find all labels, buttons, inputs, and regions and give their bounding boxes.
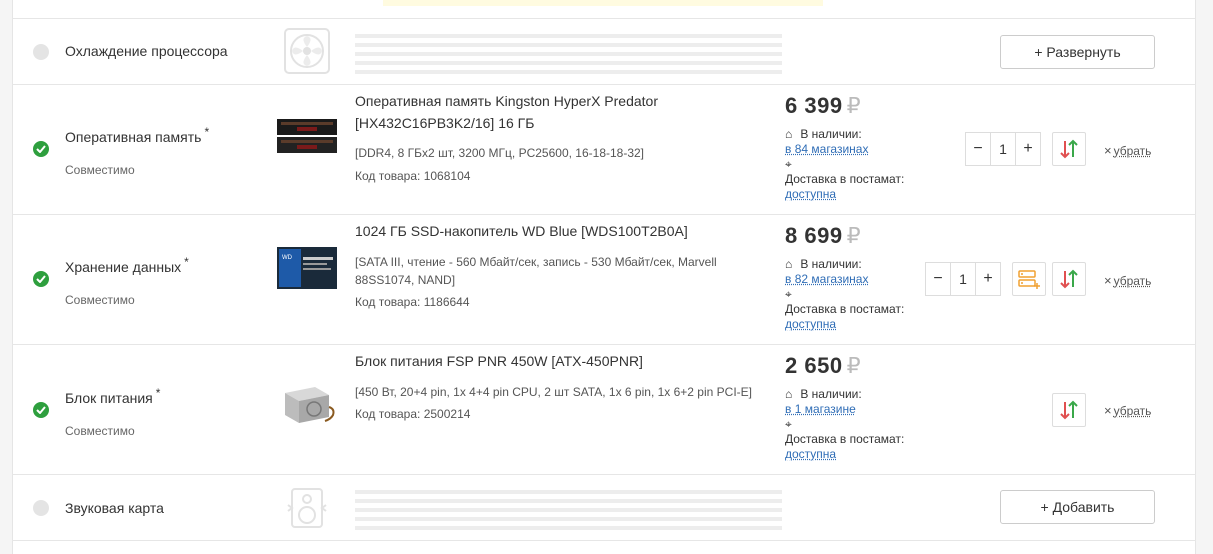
delivery-label: Доставка в постамат: bbox=[785, 172, 905, 186]
store-icon: ⌂ bbox=[785, 257, 793, 271]
compatible-check-icon bbox=[33, 402, 49, 418]
qty-minus-button[interactable]: − bbox=[926, 263, 950, 295]
swap-arrows-icon bbox=[1060, 139, 1078, 159]
remove-button[interactable]: × убрать bbox=[1104, 273, 1151, 288]
store-icon: ⌂ bbox=[785, 127, 793, 141]
currency-sign: ₽ bbox=[846, 353, 862, 378]
compat-status: Совместимо bbox=[65, 293, 135, 307]
delivery-link[interactable]: доступна bbox=[785, 187, 836, 201]
category-label: Оперативная память * bbox=[65, 125, 209, 145]
stores-link[interactable]: в 1 магазине bbox=[785, 402, 856, 416]
close-icon: × bbox=[1104, 273, 1112, 288]
swap-arrows-icon bbox=[1060, 400, 1078, 420]
config-row-ram: Оперативная память * Совместимо Оперативн… bbox=[12, 85, 1196, 215]
location-pin-icon: ⌖ bbox=[785, 157, 792, 171]
compat-status: Совместимо bbox=[65, 163, 135, 177]
delivery-label: Доставка в постамат: bbox=[785, 432, 905, 446]
config-row-cooling: Охлаждение процессора + Развернуть bbox=[12, 18, 1196, 85]
delivery-label: Доставка в постамат: bbox=[785, 302, 905, 316]
close-icon: × bbox=[1104, 403, 1112, 418]
category-label: Хранение данных * bbox=[65, 255, 189, 275]
swap-button[interactable] bbox=[1052, 393, 1086, 427]
remove-label: убрать bbox=[1113, 274, 1152, 288]
delivery-link[interactable]: доступна bbox=[785, 447, 836, 461]
product-name-link[interactable]: Оперативная память Kingston HyperX Preda… bbox=[355, 90, 755, 134]
price-value: 2 650 bbox=[785, 353, 843, 378]
close-icon: × bbox=[1104, 143, 1112, 158]
category-text: Блок питания bbox=[65, 390, 153, 406]
add-button[interactable]: + Добавить bbox=[1000, 490, 1155, 524]
delivery-link[interactable]: доступна bbox=[785, 317, 836, 331]
top-highlight-strip bbox=[383, 0, 823, 6]
swap-button[interactable] bbox=[1052, 132, 1086, 166]
availability-block: ⌂ В наличии: в 84 магазинах ⌖ Доставка в… bbox=[785, 127, 925, 202]
qty-input[interactable]: 1 bbox=[950, 263, 976, 295]
category-label: Охлаждение процессора bbox=[65, 43, 228, 59]
required-mark: * bbox=[204, 125, 210, 139]
product-code: Код товара: 1068104 bbox=[355, 169, 471, 183]
compat-status: Совместимо bbox=[65, 424, 135, 438]
price: 6 399 ₽ bbox=[785, 93, 861, 119]
config-row-soundcard: Звуковая карта + Добавить bbox=[12, 475, 1196, 541]
qty-plus-button[interactable]: + bbox=[976, 263, 1000, 295]
stores-link[interactable]: в 84 магазинах bbox=[785, 142, 868, 156]
quantity-stepper: − 1 + bbox=[925, 262, 1001, 296]
required-mark: * bbox=[184, 255, 189, 269]
remove-label: убрать bbox=[1113, 144, 1152, 158]
status-empty-icon bbox=[33, 500, 49, 516]
remove-button[interactable]: × убрать bbox=[1104, 143, 1151, 158]
product-specs: [450 Вт, 20+4 pin, 1x 4+4 pin CPU, 2 шт … bbox=[355, 385, 752, 399]
category-text: Хранение данных bbox=[65, 259, 182, 275]
availability-label: В наличии: bbox=[800, 257, 862, 271]
speaker-icon bbox=[287, 488, 327, 528]
location-pin-icon: ⌖ bbox=[785, 417, 792, 431]
compare-button[interactable] bbox=[1012, 262, 1046, 296]
price-value: 8 699 bbox=[785, 223, 843, 248]
currency-sign: ₽ bbox=[846, 93, 862, 118]
product-image[interactable]: WD bbox=[277, 247, 337, 291]
availability-block: ⌂ В наличии: в 1 магазине ⌖ Доставка в п… bbox=[785, 387, 925, 462]
swap-button[interactable] bbox=[1052, 262, 1086, 296]
remove-label: убрать bbox=[1113, 404, 1152, 418]
availability-label: В наличии: bbox=[800, 387, 862, 401]
product-code: Код товара: 2500214 bbox=[355, 407, 471, 421]
loading-skeleton bbox=[355, 490, 782, 535]
qty-minus-button[interactable]: − bbox=[966, 133, 990, 165]
currency-sign: ₽ bbox=[846, 223, 862, 248]
quantity-stepper: − 1 + bbox=[965, 132, 1041, 166]
fan-icon bbox=[284, 28, 330, 74]
price: 8 699 ₽ bbox=[785, 223, 861, 249]
status-empty-icon bbox=[33, 44, 49, 60]
product-image[interactable] bbox=[277, 383, 337, 427]
swap-arrows-icon bbox=[1060, 269, 1078, 289]
price-value: 6 399 bbox=[785, 93, 843, 118]
product-name-link[interactable]: Блок питания FSP PNR 450W [ATX-450PNR] bbox=[355, 350, 755, 372]
qty-plus-button[interactable]: + bbox=[1016, 133, 1040, 165]
compatible-check-icon bbox=[33, 141, 49, 157]
config-row-storage: Хранение данных * Совместимо WD 1024 ГБ S… bbox=[12, 215, 1196, 345]
availability-block: ⌂ В наличии: в 82 магазинах ⌖ Доставка в… bbox=[785, 257, 925, 332]
compatible-check-icon bbox=[33, 271, 49, 287]
category-label: Блок питания * bbox=[65, 386, 160, 406]
product-specs: [DDR4, 8 ГБx2 шт, 3200 МГц, PC25600, 16-… bbox=[355, 146, 645, 160]
compare-list-icon bbox=[1018, 270, 1040, 289]
category-label: Звуковая карта bbox=[65, 500, 164, 516]
product-specs: [SATA III, чтение - 560 Мбайт/сек, запис… bbox=[355, 255, 717, 287]
location-pin-icon: ⌖ bbox=[785, 287, 792, 301]
loading-skeleton bbox=[355, 34, 782, 79]
category-text: Оперативная память bbox=[65, 129, 202, 145]
availability-label: В наличии: bbox=[800, 127, 862, 141]
price: 2 650 ₽ bbox=[785, 353, 861, 379]
svg-text:WD: WD bbox=[282, 255, 293, 261]
store-icon: ⌂ bbox=[785, 387, 793, 401]
config-row-psu: Блок питания * Совместимо Блок питания FS… bbox=[12, 345, 1196, 475]
stores-link[interactable]: в 82 магазинах bbox=[785, 272, 868, 286]
product-image[interactable] bbox=[277, 115, 337, 159]
qty-input[interactable]: 1 bbox=[990, 133, 1016, 165]
expand-button[interactable]: + Развернуть bbox=[1000, 35, 1155, 69]
remove-button[interactable]: × убрать bbox=[1104, 403, 1151, 418]
product-code: Код товара: 1186644 bbox=[355, 295, 470, 309]
product-name-link[interactable]: 1024 ГБ SSD-накопитель WD Blue [WDS100T2… bbox=[355, 220, 755, 242]
required-mark: * bbox=[155, 386, 161, 400]
